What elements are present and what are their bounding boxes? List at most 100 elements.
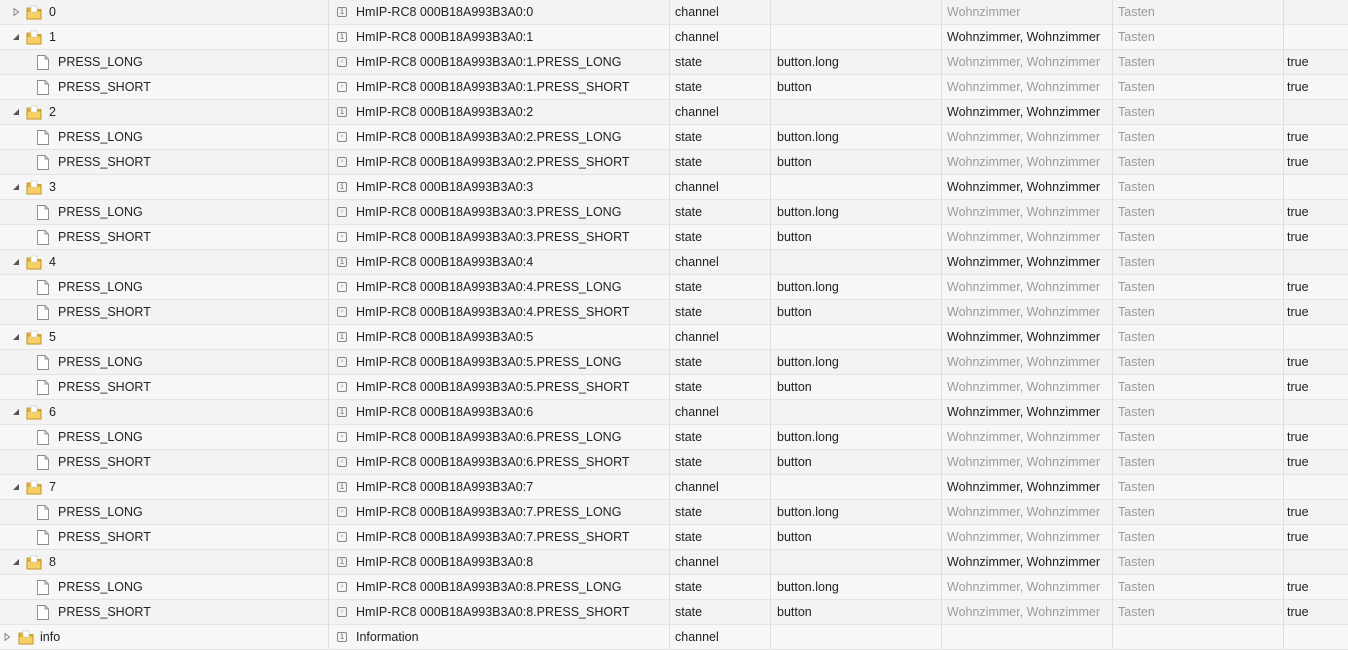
value-cell[interactable]: true: [1284, 150, 1348, 174]
value-cell[interactable]: [1284, 250, 1348, 274]
value-cell[interactable]: [1284, 100, 1348, 124]
value-cell[interactable]: true: [1284, 450, 1348, 474]
triangle-collapse-icon[interactable]: [12, 33, 20, 41]
role-cell: [771, 25, 942, 49]
file-icon: [37, 429, 49, 445]
tree-row-state[interactable]: PRESS_LONG ◦ HmIP-RC8 000B18A993B3A0:8.PRE…: [0, 575, 1348, 600]
function-cell: Tasten: [1113, 450, 1284, 474]
value-cell[interactable]: true: [1284, 350, 1348, 374]
channel-icon: i: [337, 106, 347, 117]
triangle-collapse-icon[interactable]: [12, 483, 20, 491]
object-name: PRESS_LONG: [58, 505, 143, 519]
tree-row-channel[interactable]: 7 i HmIP-RC8 000B18A993B3A0:7 channel Wohnzi…: [0, 475, 1348, 500]
type-cell: state: [670, 225, 771, 249]
type-cell: channel: [670, 625, 771, 649]
tree-row-channel[interactable]: 4 i HmIP-RC8 000B18A993B3A0:4 channel Wohnzi…: [0, 250, 1348, 275]
value-cell[interactable]: true: [1284, 600, 1348, 624]
tree-row-state[interactable]: PRESS_LONG ◦ HmIP-RC8 000B18A993B3A0:2.PRE…: [0, 125, 1348, 150]
tree-row-state[interactable]: PRESS_SHORT ◦ HmIP-RC8 000B18A993B3A0:6.PR…: [0, 450, 1348, 475]
tree-row-channel[interactable]: 6 i HmIP-RC8 000B18A993B3A0:6 channel Wohnzi…: [0, 400, 1348, 425]
state-icon: ◦: [337, 506, 347, 517]
tree-row-state[interactable]: PRESS_LONG ◦ HmIP-RC8 000B18A993B3A0:3.PRE…: [0, 200, 1348, 225]
value-cell[interactable]: true: [1284, 525, 1348, 549]
tree-row-channel[interactable]: 8 i HmIP-RC8 000B18A993B3A0:8 channel Wohnzi…: [0, 550, 1348, 575]
tree-row-state[interactable]: PRESS_LONG ◦ HmIP-RC8 000B18A993B3A0:1.PRE…: [0, 50, 1348, 75]
value-cell[interactable]: [1284, 325, 1348, 349]
name-cell: PRESS_LONG: [0, 500, 329, 524]
value-cell[interactable]: true: [1284, 275, 1348, 299]
tree-row-channel[interactable]: info i Information channel: [0, 625, 1348, 650]
object-name: PRESS_SHORT: [58, 80, 151, 94]
value-cell[interactable]: true: [1284, 575, 1348, 599]
tree-row-channel[interactable]: 3 i HmIP-RC8 000B18A993B3A0:3 channel Wohnzi…: [0, 175, 1348, 200]
name-cell: PRESS_SHORT: [0, 600, 329, 624]
value-cell[interactable]: true: [1284, 425, 1348, 449]
tree-row-channel[interactable]: 5 i HmIP-RC8 000B18A993B3A0:5 channel Wohnzi…: [0, 325, 1348, 350]
tree-row-channel[interactable]: 2 i HmIP-RC8 000B18A993B3A0:2 channel Wohnzi…: [0, 100, 1348, 125]
object-id: HmIP-RC8 000B18A993B3A0:1.PRESS_SHORT: [356, 80, 630, 94]
tree-row-state[interactable]: PRESS_SHORT ◦ HmIP-RC8 000B18A993B3A0:1.PR…: [0, 75, 1348, 100]
value-cell[interactable]: [1284, 175, 1348, 199]
id-cell: i HmIP-RC8 000B18A993B3A0:3: [329, 175, 670, 199]
value-cell[interactable]: true: [1284, 375, 1348, 399]
object-name: 6: [49, 405, 56, 419]
file-icon: [37, 504, 49, 520]
object-id: HmIP-RC8 000B18A993B3A0:7: [356, 480, 534, 494]
value-cell[interactable]: true: [1284, 500, 1348, 524]
triangle-collapse-icon[interactable]: [12, 108, 20, 116]
triangle-collapse-icon[interactable]: [12, 408, 20, 416]
function-cell: Tasten: [1113, 325, 1284, 349]
id-cell: ◦ HmIP-RC8 000B18A993B3A0:7.PRESS_LONG: [329, 500, 670, 524]
triangle-collapse-icon[interactable]: [12, 183, 20, 191]
role-cell: [771, 250, 942, 274]
tree-row-state[interactable]: PRESS_LONG ◦ HmIP-RC8 000B18A993B3A0:5.PRE…: [0, 350, 1348, 375]
room-cell: Wohnzimmer, Wohnzimmer: [942, 550, 1113, 574]
value-cell[interactable]: [1284, 550, 1348, 574]
folder-icon: [26, 254, 42, 270]
value-cell[interactable]: [1284, 400, 1348, 424]
value-cell[interactable]: [1284, 475, 1348, 499]
object-id: HmIP-RC8 000B18A993B3A0:7.PRESS_SHORT: [356, 530, 630, 544]
id-cell: ◦ HmIP-RC8 000B18A993B3A0:7.PRESS_SHORT: [329, 525, 670, 549]
value-cell[interactable]: [1284, 625, 1348, 649]
value-cell[interactable]: true: [1284, 300, 1348, 324]
role-cell: [771, 625, 942, 649]
room-cell: Wohnzimmer: [942, 0, 1113, 24]
room-cell: Wohnzimmer, Wohnzimmer: [942, 250, 1113, 274]
function-cell: Tasten: [1113, 225, 1284, 249]
value-cell[interactable]: [1284, 0, 1348, 24]
object-name: PRESS_SHORT: [58, 455, 151, 469]
tree-row-state[interactable]: PRESS_SHORT ◦ HmIP-RC8 000B18A993B3A0:4.PR…: [0, 300, 1348, 325]
tree-row-state[interactable]: PRESS_SHORT ◦ HmIP-RC8 000B18A993B3A0:5.PR…: [0, 375, 1348, 400]
value-cell[interactable]: true: [1284, 225, 1348, 249]
tree-row-state[interactable]: PRESS_SHORT ◦ HmIP-RC8 000B18A993B3A0:8.PR…: [0, 600, 1348, 625]
value-cell[interactable]: true: [1284, 125, 1348, 149]
function-cell: Tasten: [1113, 100, 1284, 124]
tree-row-state[interactable]: PRESS_SHORT ◦ HmIP-RC8 000B18A993B3A0:7.PR…: [0, 525, 1348, 550]
object-id: HmIP-RC8 000B18A993B3A0:2.PRESS_LONG: [356, 130, 622, 144]
id-cell: ◦ HmIP-RC8 000B18A993B3A0:4.PRESS_SHORT: [329, 300, 670, 324]
file-icon: [37, 129, 49, 145]
tree-row-state[interactable]: PRESS_LONG ◦ HmIP-RC8 000B18A993B3A0:7.PRE…: [0, 500, 1348, 525]
folder-icon: [26, 29, 42, 45]
triangle-collapse-icon[interactable]: [12, 258, 20, 266]
tree-row-state[interactable]: PRESS_SHORT ◦ HmIP-RC8 000B18A993B3A0:3.PR…: [0, 225, 1348, 250]
tree-row-state[interactable]: PRESS_LONG ◦ HmIP-RC8 000B18A993B3A0:6.PRE…: [0, 425, 1348, 450]
triangle-expand-icon[interactable]: [3, 633, 11, 641]
value-cell[interactable]: [1284, 25, 1348, 49]
triangle-expand-icon[interactable]: [12, 8, 20, 16]
value-cell[interactable]: true: [1284, 50, 1348, 74]
triangle-collapse-icon[interactable]: [12, 558, 20, 566]
object-name: 4: [49, 255, 56, 269]
function-cell: Tasten: [1113, 425, 1284, 449]
value-cell[interactable]: true: [1284, 200, 1348, 224]
tree-row-channel[interactable]: 1 i HmIP-RC8 000B18A993B3A0:1 channel Wohnzi…: [0, 25, 1348, 50]
tree-row-state[interactable]: PRESS_LONG ◦ HmIP-RC8 000B18A993B3A0:4.PRE…: [0, 275, 1348, 300]
value-cell[interactable]: true: [1284, 75, 1348, 99]
role-cell: button: [771, 225, 942, 249]
role-cell: button.long: [771, 50, 942, 74]
triangle-collapse-icon[interactable]: [12, 333, 20, 341]
tree-row-channel[interactable]: 0 i HmIP-RC8 000B18A993B3A0:0 channel Wohnzi…: [0, 0, 1348, 25]
tree-row-state[interactable]: PRESS_SHORT ◦ HmIP-RC8 000B18A993B3A0:2.PR…: [0, 150, 1348, 175]
name-cell: PRESS_LONG: [0, 125, 329, 149]
